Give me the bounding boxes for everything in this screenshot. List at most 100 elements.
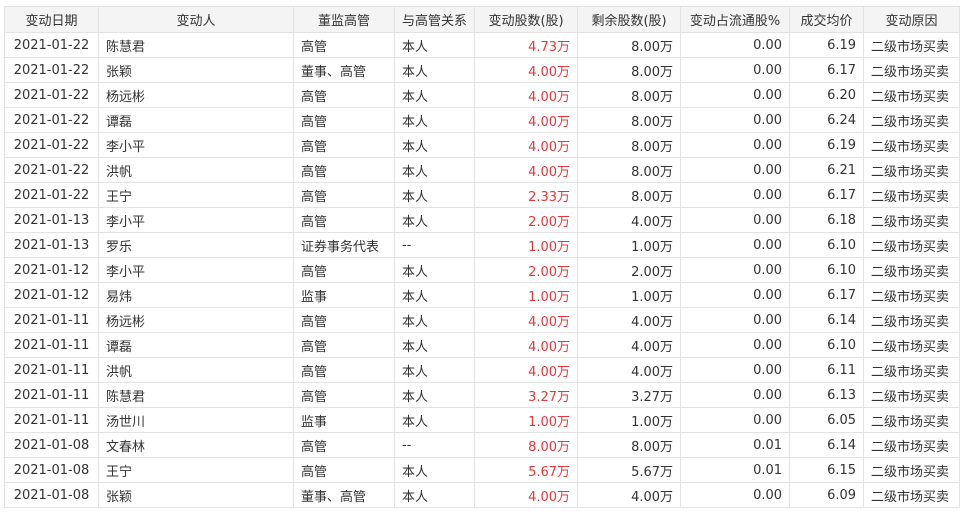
cell-reason: 二级市场买卖	[863, 82, 961, 108]
cell-position: 高管	[293, 207, 395, 233]
cell-person: 易炜	[98, 282, 294, 308]
cell-change-pct: 0.00	[680, 157, 791, 183]
cell-date: 2021-01-11	[4, 357, 99, 383]
cell-person: 李小平	[98, 207, 294, 233]
table-row: 2021-01-22 张颖 董事、高管 本人 4.00万 8.00万 0.00 6.17 二级市…	[4, 57, 961, 83]
cell-change-shares: 1.00万	[474, 407, 579, 433]
cell-change-pct: 0.00	[680, 182, 791, 208]
cell-change-shares: 4.00万	[474, 132, 579, 158]
cell-change-pct: 0.00	[680, 482, 791, 508]
cell-avg-price: 6.14	[789, 307, 865, 333]
cell-reason: 二级市场买卖	[863, 407, 961, 433]
cell-avg-price: 6.17	[789, 282, 865, 308]
cell-change-shares: 1.00万	[474, 282, 579, 308]
cell-position: 高管	[293, 382, 395, 408]
cell-date: 2021-01-22	[4, 82, 99, 108]
table-row: 2021-01-08 张颖 董事、高管 本人 4.00万 4.00万 0.00 6.09 二级市…	[4, 482, 961, 508]
table-row: 2021-01-22 杨远彬 高管 本人 4.00万 8.00万 0.00 6.20 二级市场买…	[4, 82, 961, 108]
column-header-person: 变动人	[98, 6, 294, 33]
cell-date: 2021-01-13	[4, 232, 99, 258]
cell-person: 洪帆	[98, 157, 294, 183]
cell-position: 高管	[293, 132, 395, 158]
cell-remaining-shares: 8.00万	[577, 157, 682, 183]
cell-person: 张颖	[98, 57, 294, 83]
cell-avg-price: 6.20	[789, 82, 865, 108]
cell-relation: 本人	[393, 107, 476, 133]
cell-change-shares: 2.00万	[474, 207, 579, 233]
cell-avg-price: 6.17	[789, 182, 865, 208]
cell-position: 高管	[293, 32, 395, 58]
table-row: 2021-01-11 洪帆 高管 本人 4.00万 4.00万 0.00 6.11 二级市场买卖	[4, 357, 961, 383]
cell-avg-price: 6.24	[789, 107, 865, 133]
cell-change-shares: 4.00万	[474, 307, 579, 333]
cell-position: 高管	[293, 182, 395, 208]
cell-relation: 本人	[393, 207, 476, 233]
cell-reason: 二级市场买卖	[863, 182, 961, 208]
cell-position: 董事、高管	[293, 57, 395, 83]
table-row: 2021-01-12 易炜 监事 本人 1.00万 1.00万 0.00 6.17 二级市场买卖	[4, 282, 961, 308]
cell-remaining-shares: 4.00万	[577, 207, 682, 233]
table-row: 2021-01-11 汤世川 监事 本人 1.00万 1.00万 0.00 6.05 二级市场买…	[4, 407, 961, 433]
cell-relation: 本人	[393, 382, 476, 408]
cell-avg-price: 6.13	[789, 382, 865, 408]
cell-reason: 二级市场买卖	[863, 482, 961, 508]
cell-person: 王宁	[98, 182, 294, 208]
cell-reason: 二级市场买卖	[863, 307, 961, 333]
table-header: 变动日期 变动人 董监高管 与高管关系 变动股数(股) 剩余股数(股) 变动占流通股% 成交均…	[4, 6, 961, 33]
cell-date: 2021-01-08	[4, 432, 99, 458]
cell-relation: 本人	[393, 132, 476, 158]
cell-person: 李小平	[98, 132, 294, 158]
table-row: 2021-01-22 李小平 高管 本人 4.00万 8.00万 0.00 6.19 二级市场买…	[4, 132, 961, 158]
cell-relation: --	[393, 232, 476, 258]
cell-avg-price: 6.10	[789, 332, 865, 358]
cell-reason: 二级市场买卖	[863, 32, 961, 58]
cell-date: 2021-01-11	[4, 382, 99, 408]
cell-relation: 本人	[393, 307, 476, 333]
cell-remaining-shares: 8.00万	[577, 32, 682, 58]
cell-person: 陈慧君	[98, 382, 294, 408]
cell-change-shares: 4.00万	[474, 57, 579, 83]
cell-change-pct: 0.00	[680, 407, 791, 433]
cell-reason: 二级市场买卖	[863, 132, 961, 158]
cell-position: 董事、高管	[293, 482, 395, 508]
cell-remaining-shares: 4.00万	[577, 482, 682, 508]
cell-position: 高管	[293, 82, 395, 108]
cell-remaining-shares: 4.00万	[577, 332, 682, 358]
cell-relation: 本人	[393, 32, 476, 58]
cell-avg-price: 6.19	[789, 32, 865, 58]
cell-change-shares: 2.33万	[474, 182, 579, 208]
cell-remaining-shares: 1.00万	[577, 407, 682, 433]
cell-position: 高管	[293, 457, 395, 483]
cell-person: 陈慧君	[98, 32, 294, 58]
cell-change-pct: 0.00	[680, 57, 791, 83]
cell-change-pct: 0.00	[680, 257, 791, 283]
cell-avg-price: 6.14	[789, 432, 865, 458]
cell-change-pct: 0.01	[680, 457, 791, 483]
cell-change-shares: 4.00万	[474, 357, 579, 383]
column-header-avg-price: 成交均价	[789, 6, 865, 33]
cell-relation: 本人	[393, 482, 476, 508]
cell-position: 高管	[293, 307, 395, 333]
cell-relation: 本人	[393, 157, 476, 183]
cell-position: 监事	[293, 282, 395, 308]
cell-position: 高管	[293, 107, 395, 133]
cell-remaining-shares: 8.00万	[577, 432, 682, 458]
cell-date: 2021-01-13	[4, 207, 99, 233]
cell-reason: 二级市场买卖	[863, 232, 961, 258]
table-row: 2021-01-22 谭磊 高管 本人 4.00万 8.00万 0.00 6.24 二级市场买卖	[4, 107, 961, 133]
cell-position: 高管	[293, 432, 395, 458]
cell-person: 李小平	[98, 257, 294, 283]
cell-relation: 本人	[393, 357, 476, 383]
cell-reason: 二级市场买卖	[863, 432, 961, 458]
cell-change-pct: 0.00	[680, 357, 791, 383]
cell-remaining-shares: 8.00万	[577, 82, 682, 108]
cell-relation: 本人	[393, 257, 476, 283]
cell-position: 高管	[293, 257, 395, 283]
cell-change-shares: 4.00万	[474, 107, 579, 133]
column-header-change-shares: 变动股数(股)	[474, 6, 579, 33]
column-header-relation: 与高管关系	[393, 6, 476, 33]
cell-remaining-shares: 2.00万	[577, 257, 682, 283]
cell-position: 高管	[293, 332, 395, 358]
cell-change-pct: 0.00	[680, 132, 791, 158]
cell-change-shares: 4.00万	[474, 82, 579, 108]
